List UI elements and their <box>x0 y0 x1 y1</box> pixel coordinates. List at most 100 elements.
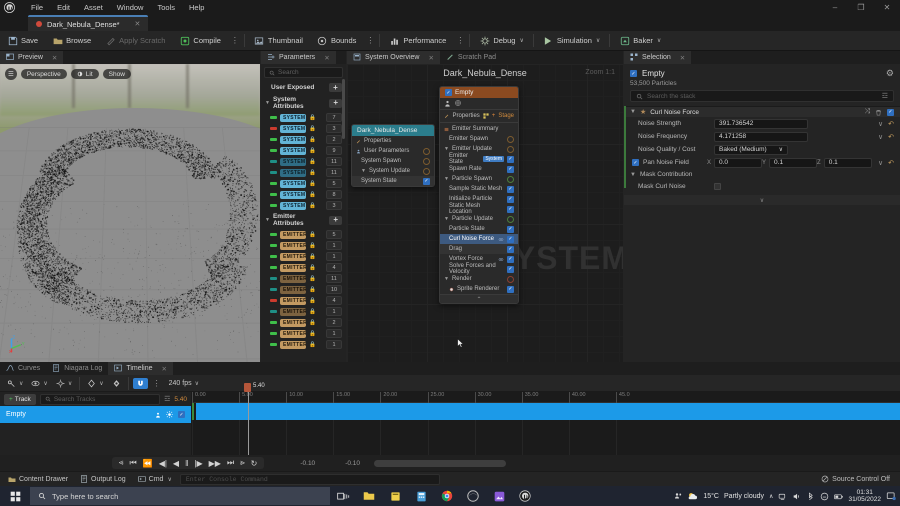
system-node[interactable]: Dark_Nebula_Dense PropertiesUser Paramet… <box>351 124 435 187</box>
people-icon[interactable] <box>674 492 682 500</box>
add-parameter-button[interactable]: + <box>329 216 342 225</box>
key-interpolation-button[interactable]: ∨ <box>4 378 26 389</box>
module-expand-button[interactable]: ∨ <box>624 195 900 205</box>
start-button[interactable] <box>0 491 30 502</box>
emitter-node-row[interactable]: ▼Particle Spawn <box>440 174 518 184</box>
emitter-enabled-checkbox[interactable]: ✓ <box>445 89 452 96</box>
emitter-node-properties-row[interactable]: Properties + Stage <box>440 111 518 121</box>
track-filter-icon[interactable]: ☲ <box>164 395 170 403</box>
taskview-button[interactable] <box>330 486 356 506</box>
tab-selection[interactable]: Selection ✕ <box>624 51 691 64</box>
parameter-row[interactable]: EMITTER🔒11 <box>261 273 346 284</box>
debug-button[interactable]: Debug ∨ <box>472 31 531 51</box>
sun-icon[interactable] <box>166 411 173 418</box>
parameter-row[interactable]: SYSTEM🔒9 <box>261 145 346 156</box>
reset-icon[interactable]: ↶ <box>888 133 894 141</box>
fps-selector[interactable]: 240 fps ∨ <box>166 379 202 388</box>
chevron-down-icon[interactable]: ∨ <box>43 380 47 387</box>
baker-chevron-down-icon[interactable]: ∨ <box>657 37 661 44</box>
menu-help[interactable]: Help <box>182 1 211 14</box>
viewport-lighting-button[interactable]: Lit <box>71 69 99 79</box>
parameter-row[interactable]: EMITTER🔒1 <box>261 339 346 350</box>
taskbar-clock[interactable]: 01:31 31/05/2022 <box>848 489 881 504</box>
transport-left-value[interactable]: -0.10 <box>300 460 315 467</box>
volume-icon[interactable] <box>792 492 801 501</box>
tab-preview[interactable]: Preview ✕ <box>0 51 63 64</box>
parameter-row[interactable]: SYSTEM🔒8 <box>261 189 346 200</box>
tab-system-overview[interactable]: System Overview ✕ <box>347 51 440 64</box>
onedrive-icon[interactable] <box>820 492 829 501</box>
row-checkbox[interactable]: ✓ <box>507 206 514 213</box>
eye-icon[interactable] <box>498 237 504 242</box>
system-node-row[interactable]: Properties <box>352 136 434 146</box>
chevron-down-icon[interactable]: ∨ <box>878 120 883 128</box>
emitter-stage-add[interactable]: + Stage <box>483 113 514 119</box>
transport-button[interactable]: ⏮ <box>128 458 139 468</box>
transport-button[interactable]: ⏭ <box>225 458 236 468</box>
snap-options-button[interactable]: ⋮ <box>150 379 164 388</box>
transport-right-value[interactable]: -0.10 <box>345 460 360 467</box>
axis-value-input[interactable]: 0.1 <box>769 158 817 168</box>
property-value-input[interactable]: 391.736542 <box>714 119 808 129</box>
output-log-button[interactable]: Output Log <box>76 474 130 484</box>
compile-options-button[interactable]: ⋮ <box>228 36 242 45</box>
transport-button[interactable]: ◀ <box>171 459 181 468</box>
notifications-icon[interactable] <box>886 491 896 501</box>
row-checkbox[interactable]: ✓ <box>507 156 514 163</box>
document-tab-close-icon[interactable]: ✕ <box>135 20 141 28</box>
tab-parameters[interactable]: Parameters ✕ <box>261 51 336 64</box>
transport-button[interactable]: ‖ <box>183 459 190 468</box>
viewport-show-button[interactable]: Show <box>103 69 131 79</box>
system-node-row[interactable]: User Parameters <box>352 146 434 156</box>
minimize-button[interactable]: – <box>822 0 848 14</box>
transform-button[interactable]: ∨ <box>53 378 75 389</box>
emitter-node-row[interactable]: Sample Static Mesh✓ <box>440 184 518 194</box>
parameters-group-header[interactable]: ▼System Attributes+ <box>261 94 346 112</box>
compile-button[interactable]: Compile <box>172 31 228 51</box>
taskbar-search-input[interactable]: Type here to search <box>30 487 330 505</box>
transport-button[interactable]: ⪡ <box>117 458 126 468</box>
file-explorer-button[interactable] <box>356 486 382 506</box>
parameters-tab-close-icon[interactable]: ✕ <box>324 54 329 62</box>
gear-icon[interactable]: ⚙ <box>886 68 894 79</box>
add-module-icon[interactable] <box>507 216 514 223</box>
chevron-down-icon[interactable]: ∨ <box>99 380 103 387</box>
transport-button[interactable]: |▶ <box>192 459 204 468</box>
timeline-clip-empty[interactable] <box>196 403 900 420</box>
timeline-tab-close-icon[interactable]: ✕ <box>162 365 167 373</box>
emitter-node-row[interactable]: Particle State✓ <box>440 224 518 234</box>
mask-contribution-group[interactable]: ▼ Mask Contribution <box>624 169 900 180</box>
photos-button[interactable] <box>486 486 512 506</box>
edge-button[interactable] <box>460 486 486 506</box>
chevron-down-icon[interactable]: ∨ <box>878 159 883 167</box>
filter-icon[interactable]: ☲ <box>882 92 888 100</box>
calculator-button[interactable] <box>408 486 434 506</box>
parameter-row[interactable]: EMITTER🔒1 <box>261 306 346 317</box>
emitter-node-row[interactable]: Spawn Rate✓ <box>440 164 518 174</box>
timeline-ruler[interactable]: 0.005.0010.0015.0020.0025.0030.0035.0040… <box>192 392 900 403</box>
snap-toggle-button[interactable] <box>133 378 148 389</box>
menu-window[interactable]: Window <box>110 1 151 14</box>
chevron-down-icon[interactable]: ∨ <box>167 476 171 483</box>
keyframe-shape-button[interactable]: ∨ <box>84 378 106 389</box>
parameter-row[interactable]: SYSTEM🔒5 <box>261 178 346 189</box>
parameter-row[interactable]: EMITTER🔒10 <box>261 284 346 295</box>
emitter-node-row[interactable]: Emitter StateSystem✓ <box>440 154 518 164</box>
emitter-node-row[interactable]: Emitter Summary <box>440 124 518 134</box>
chevron-down-icon[interactable]: ∨ <box>68 380 72 387</box>
unreal-taskbar-button[interactable] <box>512 486 538 506</box>
battery-icon[interactable] <box>834 492 843 501</box>
transport-button[interactable]: ◀| <box>157 459 169 468</box>
performance-button[interactable]: Performance <box>382 31 453 51</box>
eye-icon[interactable] <box>498 257 504 262</box>
system-node-row[interactable]: ▼System Update <box>352 166 434 176</box>
parameter-row[interactable]: EMITTER🔒4 <box>261 262 346 273</box>
close-button[interactable]: ✕ <box>874 0 900 14</box>
add-module-icon[interactable] <box>423 148 430 155</box>
keyframe-filled-button[interactable] <box>109 378 124 389</box>
parameter-row[interactable]: SYSTEM🔒11 <box>261 156 346 167</box>
module-header-curl-noise-force[interactable]: ▼ ★ Curl Noise Force ⤨ ✓ <box>624 106 900 117</box>
selection-search-input[interactable]: Search the stack ☲ <box>630 90 894 102</box>
bounds-options-button[interactable]: ⋮ <box>363 36 377 45</box>
transport-button[interactable]: ↻ <box>249 459 260 468</box>
